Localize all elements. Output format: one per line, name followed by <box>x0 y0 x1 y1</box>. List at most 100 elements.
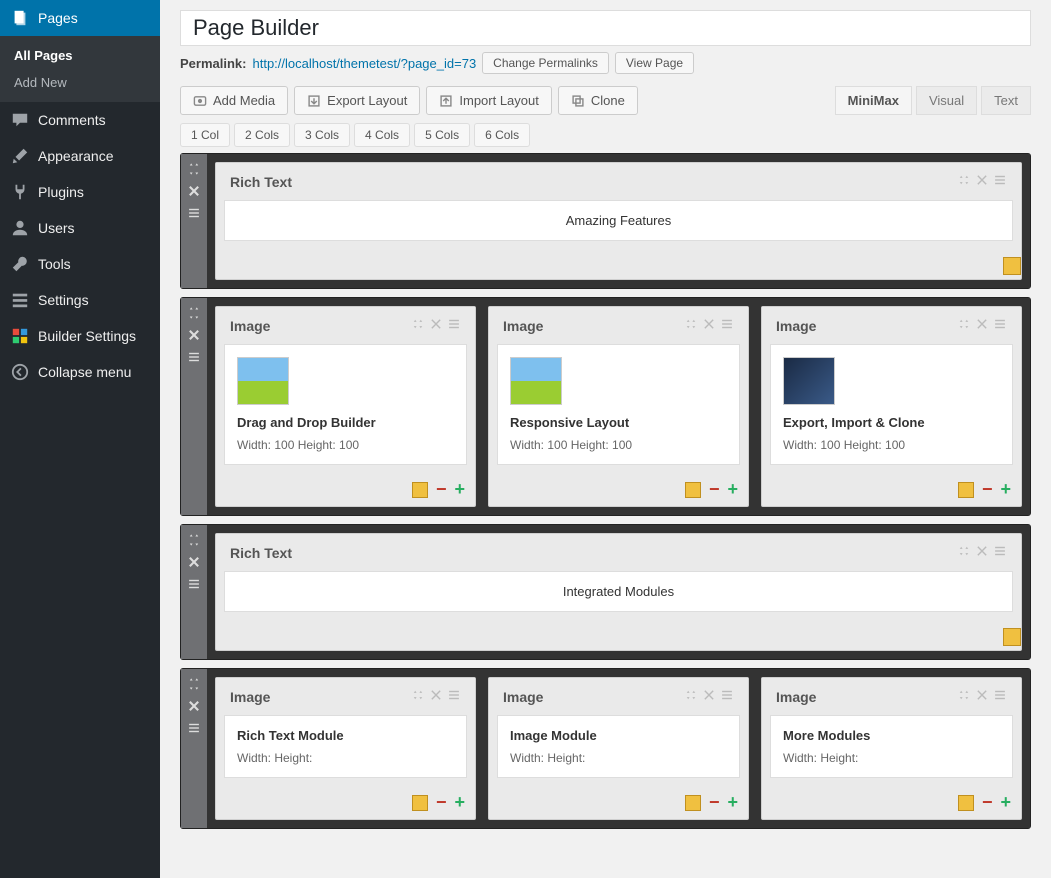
submenu-item[interactable]: Add New <box>0 69 160 96</box>
sidebar-item-plugins[interactable]: Plugins <box>0 174 160 210</box>
add-button[interactable]: + <box>727 479 738 500</box>
list-icon[interactable] <box>993 317 1007 334</box>
module-header[interactable]: Image <box>216 678 475 715</box>
list-icon[interactable] <box>993 173 1007 190</box>
add-module-icon[interactable] <box>1003 628 1021 646</box>
move-icon[interactable] <box>957 688 971 705</box>
section-handle[interactable] <box>181 154 207 288</box>
module-header[interactable]: Image <box>216 307 475 344</box>
import-layout-button[interactable]: Import Layout <box>426 86 552 115</box>
list-icon[interactable] <box>993 544 1007 561</box>
collapse-icon <box>10 362 30 382</box>
list-icon[interactable] <box>187 206 201 220</box>
export-layout-button[interactable]: Export Layout <box>294 86 420 115</box>
close-icon[interactable] <box>187 699 201 713</box>
close-icon[interactable] <box>975 688 989 705</box>
close-icon[interactable] <box>187 328 201 342</box>
column-tab[interactable]: 5 Cols <box>414 123 470 147</box>
section-handle[interactable] <box>181 669 207 828</box>
module-header[interactable]: Image <box>489 678 748 715</box>
add-module-icon[interactable] <box>1003 257 1021 275</box>
list-icon[interactable] <box>720 688 734 705</box>
list-icon[interactable] <box>187 350 201 364</box>
move-icon[interactable] <box>187 533 201 547</box>
column-tab[interactable]: 2 Cols <box>234 123 290 147</box>
add-button[interactable]: + <box>1000 479 1011 500</box>
column-tab[interactable]: 4 Cols <box>354 123 410 147</box>
editor-tab-text[interactable]: Text <box>981 86 1031 115</box>
close-icon[interactable] <box>702 317 716 334</box>
clone-button[interactable]: Clone <box>558 86 638 115</box>
module-header[interactable]: Image <box>489 307 748 344</box>
module-header[interactable]: Image <box>762 678 1021 715</box>
move-icon[interactable] <box>957 317 971 334</box>
add-module-icon[interactable] <box>958 482 974 498</box>
close-icon[interactable] <box>429 688 443 705</box>
move-icon[interactable] <box>187 306 201 320</box>
move-icon[interactable] <box>187 162 201 176</box>
move-icon[interactable] <box>411 317 425 334</box>
module-header[interactable]: Rich Text <box>216 534 1021 571</box>
column-tab[interactable]: 3 Cols <box>294 123 350 147</box>
remove-button[interactable]: − <box>436 792 447 813</box>
move-icon[interactable] <box>187 677 201 691</box>
permalink-url[interactable]: http://localhost/themetest/?page_id=73 <box>252 56 476 71</box>
sidebar-item-tools[interactable]: Tools <box>0 246 160 282</box>
list-icon[interactable] <box>187 577 201 591</box>
remove-button[interactable]: − <box>436 479 447 500</box>
module-header[interactable]: Rich Text <box>216 163 1021 200</box>
add-button[interactable]: + <box>454 792 465 813</box>
editor-tab-minimax[interactable]: MiniMax <box>835 86 912 115</box>
close-icon[interactable] <box>187 555 201 569</box>
add-button[interactable]: + <box>727 792 738 813</box>
sidebar-item-comments[interactable]: Comments <box>0 102 160 138</box>
close-icon[interactable] <box>975 544 989 561</box>
section-handle[interactable] <box>181 298 207 515</box>
builder-column: Rich TextAmazing Features <box>215 162 1022 280</box>
column-tab[interactable]: 1 Col <box>180 123 230 147</box>
close-icon[interactable] <box>187 184 201 198</box>
column-tab[interactable]: 6 Cols <box>474 123 530 147</box>
section-handle[interactable] <box>181 525 207 659</box>
module-header[interactable]: Image <box>762 307 1021 344</box>
list-icon[interactable] <box>447 317 461 334</box>
add-button[interactable]: + <box>1000 792 1011 813</box>
add-module-icon[interactable] <box>412 795 428 811</box>
list-icon[interactable] <box>993 688 1007 705</box>
submenu-item[interactable]: All Pages <box>0 42 160 69</box>
add-module-icon[interactable] <box>958 795 974 811</box>
add-button[interactable]: + <box>454 479 465 500</box>
sidebar-item-builder-settings[interactable]: Builder Settings <box>0 318 160 354</box>
add-module-icon[interactable] <box>685 795 701 811</box>
list-icon[interactable] <box>447 688 461 705</box>
move-icon[interactable] <box>957 173 971 190</box>
collapse-menu[interactable]: Collapse menu <box>0 354 160 390</box>
close-icon[interactable] <box>702 688 716 705</box>
move-icon[interactable] <box>684 688 698 705</box>
list-icon[interactable] <box>720 317 734 334</box>
remove-button[interactable]: − <box>982 792 993 813</box>
sidebar-item-pages[interactable]: Pages <box>0 0 160 36</box>
add-module-icon[interactable] <box>685 482 701 498</box>
module-caption: Rich Text Module <box>237 728 454 743</box>
module-body: Responsive LayoutWidth: 100 Height: 100 <box>497 344 740 465</box>
move-icon[interactable] <box>411 688 425 705</box>
sidebar-item-settings[interactable]: Settings <box>0 282 160 318</box>
sidebar-item-appearance[interactable]: Appearance <box>0 138 160 174</box>
remove-button[interactable]: − <box>709 792 720 813</box>
move-icon[interactable] <box>957 544 971 561</box>
add-module-icon[interactable] <box>412 482 428 498</box>
view-page-button[interactable]: View Page <box>615 52 694 74</box>
close-icon[interactable] <box>975 173 989 190</box>
add-media-button[interactable]: Add Media <box>180 86 288 115</box>
close-icon[interactable] <box>429 317 443 334</box>
move-icon[interactable] <box>684 317 698 334</box>
editor-tab-visual[interactable]: Visual <box>916 86 977 115</box>
sidebar-item-users[interactable]: Users <box>0 210 160 246</box>
remove-button[interactable]: − <box>709 479 720 500</box>
remove-button[interactable]: − <box>982 479 993 500</box>
change-permalinks-button[interactable]: Change Permalinks <box>482 52 609 74</box>
list-icon[interactable] <box>187 721 201 735</box>
module-type: Image <box>776 689 816 705</box>
close-icon[interactable] <box>975 317 989 334</box>
